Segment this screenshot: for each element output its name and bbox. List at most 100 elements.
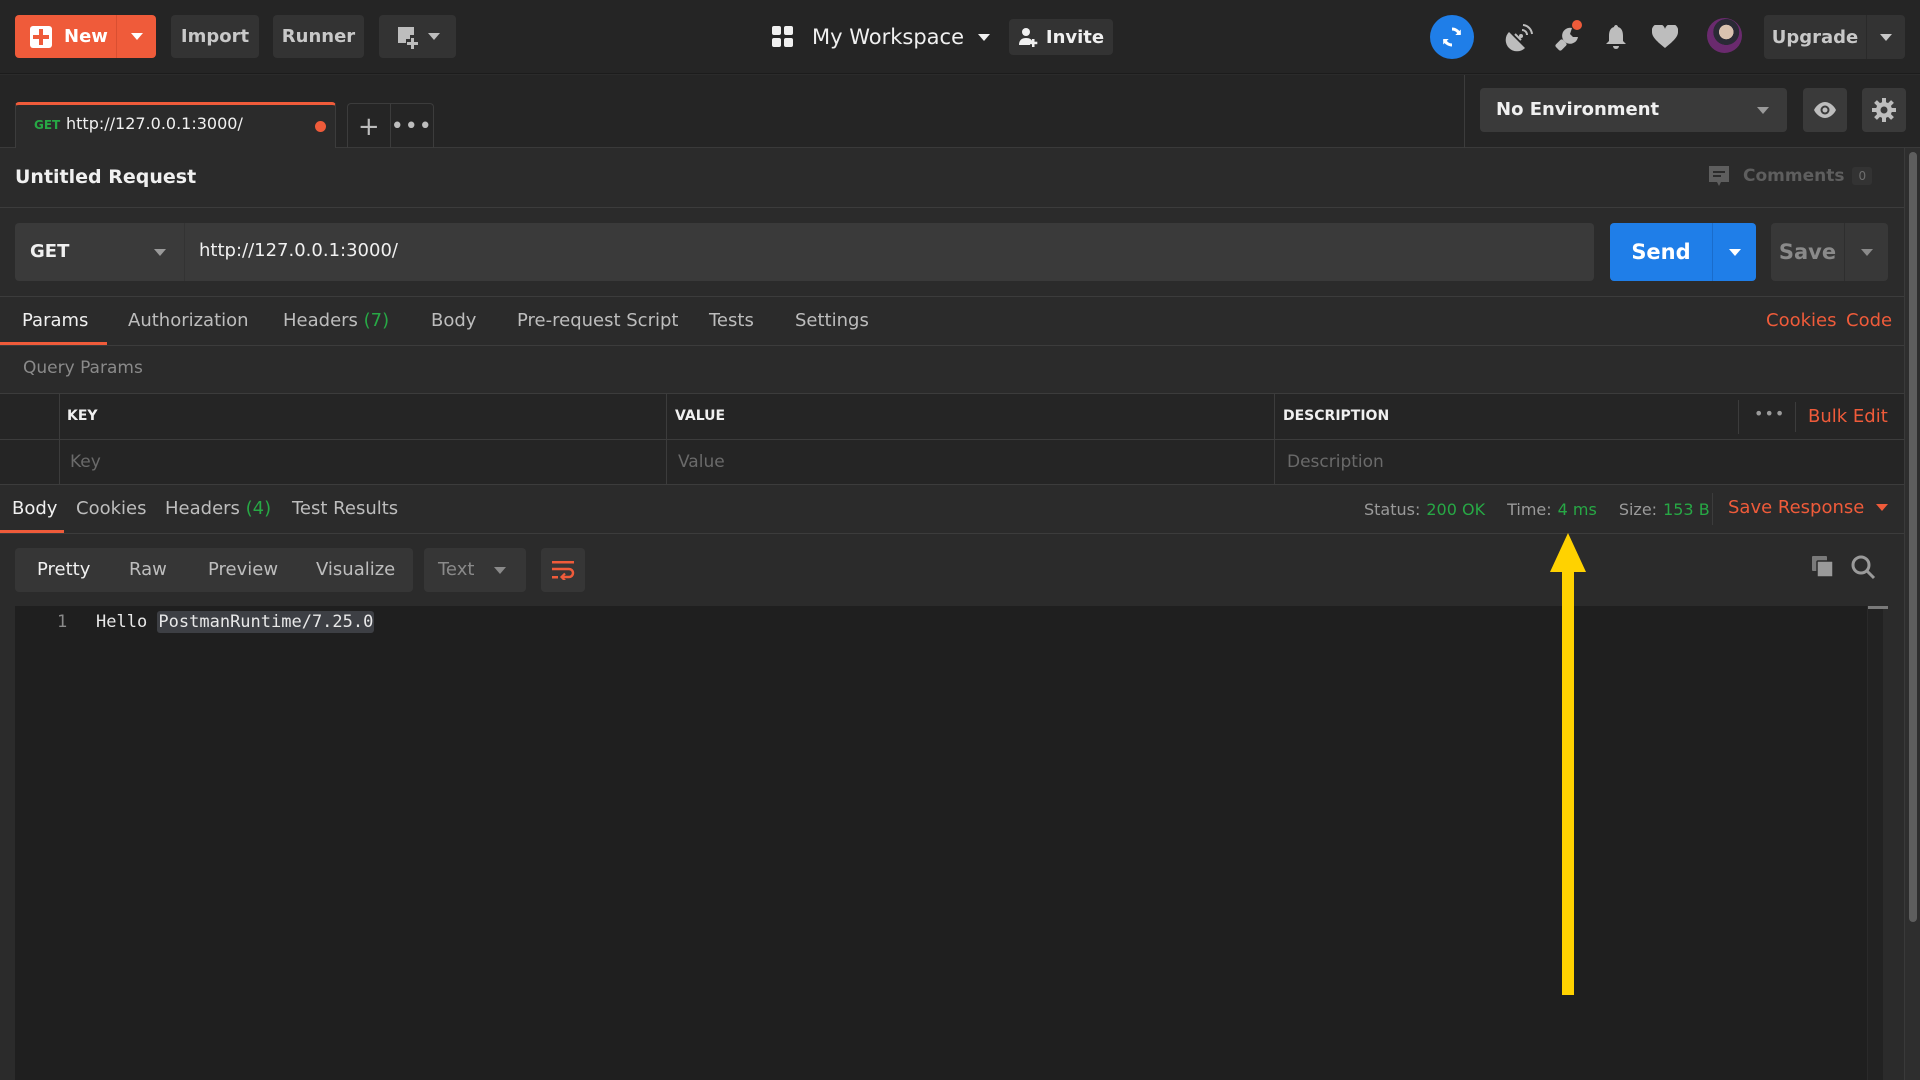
response-tab-body[interactable]: Body bbox=[0, 485, 64, 533]
heart-icon bbox=[1651, 23, 1679, 48]
save-button[interactable]: Save bbox=[1771, 223, 1844, 281]
new-dropdown-button[interactable] bbox=[116, 15, 156, 58]
plus-square-icon bbox=[30, 25, 52, 48]
size-value[interactable]: 153 B bbox=[1663, 500, 1710, 519]
tab-body-label: Body bbox=[431, 310, 477, 331]
tab-params-label: Params bbox=[22, 310, 89, 331]
main-scrollbar-thumb[interactable] bbox=[1909, 152, 1917, 922]
copy-icon bbox=[1812, 556, 1834, 578]
settings-wrench-button[interactable] bbox=[1554, 20, 1584, 52]
tab-pre-request-script[interactable]: Pre-request Script bbox=[500, 297, 690, 345]
save-response-button[interactable]: Save Response bbox=[1728, 497, 1889, 518]
method-selector[interactable]: GET bbox=[15, 223, 185, 281]
view-mode-preview[interactable]: Preview bbox=[208, 559, 278, 580]
code-link[interactable]: Code bbox=[1846, 310, 1892, 331]
upgrade-button[interactable]: Upgrade bbox=[1764, 15, 1866, 59]
request-title[interactable]: Untitled Request bbox=[15, 166, 196, 188]
view-mode-visualize[interactable]: Visualize bbox=[316, 559, 395, 580]
top-bar: New Import Runner My Workspace Invite Up… bbox=[0, 0, 1920, 74]
line-text: Hello bbox=[96, 612, 158, 632]
comments-button[interactable]: Comments 0 bbox=[1707, 164, 1873, 188]
manage-environments-button[interactable] bbox=[1862, 88, 1906, 132]
search-icon bbox=[1851, 555, 1876, 580]
sync-button[interactable] bbox=[1430, 15, 1474, 59]
param-description-input[interactable]: Description bbox=[1275, 440, 1904, 484]
view-mode-pretty[interactable]: Pretty bbox=[37, 559, 90, 580]
response-tab-cookies[interactable]: Cookies bbox=[64, 485, 154, 533]
save-button-group: Save bbox=[1771, 223, 1888, 281]
tab-headers[interactable]: Headers (7) bbox=[265, 297, 400, 345]
status-label: Status: bbox=[1364, 500, 1421, 519]
environment-quick-look-button[interactable] bbox=[1803, 88, 1847, 132]
environment-divider bbox=[1464, 75, 1465, 148]
tab-authorization[interactable]: Authorization bbox=[107, 297, 265, 345]
key-placeholder: Key bbox=[70, 452, 101, 472]
new-button[interactable]: New bbox=[15, 15, 116, 58]
tab-settings[interactable]: Settings bbox=[780, 297, 890, 345]
save-dropdown-button[interactable] bbox=[1844, 223, 1888, 281]
wrap-lines-button[interactable] bbox=[541, 548, 585, 592]
query-params-title: Query Params bbox=[23, 358, 143, 378]
import-button[interactable]: Import bbox=[171, 15, 259, 58]
format-selector[interactable]: Text bbox=[424, 548, 526, 592]
search-response-button[interactable] bbox=[1850, 554, 1876, 580]
tab-method-badge: GET bbox=[34, 118, 61, 132]
chevron-down-icon bbox=[1876, 504, 1889, 511]
method-label: GET bbox=[30, 241, 70, 262]
user-avatar[interactable] bbox=[1707, 18, 1742, 53]
new-window-icon bbox=[397, 26, 418, 49]
unsaved-dot bbox=[315, 121, 326, 132]
param-key-input[interactable]: Key bbox=[60, 440, 666, 484]
workspace-label: My Workspace bbox=[812, 25, 965, 49]
response-tab-test-results[interactable]: Test Results bbox=[279, 485, 409, 533]
tab-headers-label: Headers (7) bbox=[283, 310, 389, 331]
params-more-button[interactable]: ••• bbox=[1754, 404, 1785, 423]
send-label: Send bbox=[1631, 240, 1691, 264]
runner-button[interactable]: Runner bbox=[273, 15, 364, 58]
upgrade-dropdown-button[interactable] bbox=[1866, 15, 1905, 59]
request-tab[interactable]: GET http://127.0.0.1:3000/ bbox=[15, 102, 336, 149]
send-dropdown-button[interactable] bbox=[1712, 223, 1756, 281]
url-input[interactable]: http://127.0.0.1:3000/ bbox=[185, 223, 1594, 281]
send-button[interactable]: Send bbox=[1610, 223, 1712, 281]
tab-params[interactable]: Params bbox=[0, 297, 107, 345]
bulk-edit-link[interactable]: Bulk Edit bbox=[1808, 406, 1888, 427]
upgrade-button-group: Upgrade bbox=[1764, 15, 1905, 59]
runner-label: Runner bbox=[281, 26, 356, 47]
editor-scrollbar[interactable] bbox=[1867, 606, 1888, 1080]
response-tabs-divider bbox=[0, 533, 1904, 534]
response-tabs: Body Cookies Headers (4) Test Results St… bbox=[0, 485, 1904, 533]
interceptor-button[interactable] bbox=[1505, 22, 1535, 52]
view-mode-raw[interactable]: Raw bbox=[129, 559, 167, 580]
response-tab-headers[interactable]: Headers (4) bbox=[154, 485, 279, 533]
tab-more-button[interactable]: ••• bbox=[391, 104, 434, 149]
new-window-button[interactable] bbox=[379, 15, 456, 58]
notification-dot bbox=[1572, 20, 1582, 30]
response-tab-headers-label: Headers (4) bbox=[165, 498, 271, 519]
gear-icon bbox=[1872, 98, 1896, 122]
line-number: 1 bbox=[57, 612, 68, 632]
notifications-button[interactable] bbox=[1604, 24, 1628, 50]
comments-label: Comments bbox=[1743, 166, 1845, 186]
new-button-group: New bbox=[15, 15, 156, 58]
cookies-link[interactable]: Cookies bbox=[1766, 310, 1836, 331]
size-label: Size: bbox=[1618, 500, 1658, 519]
tab-body[interactable]: Body bbox=[400, 297, 500, 345]
param-value-input[interactable]: Value bbox=[667, 440, 1274, 484]
request-tab-bar: GET http://127.0.0.1:3000/ + ••• No Envi… bbox=[0, 75, 1920, 149]
format-label: Text bbox=[438, 559, 475, 580]
new-tab-button[interactable]: + bbox=[348, 104, 391, 149]
heart-button[interactable] bbox=[1651, 23, 1679, 49]
response-tab-body-label: Body bbox=[12, 498, 58, 519]
invite-button[interactable]: Invite bbox=[1009, 19, 1113, 55]
chevron-down-icon bbox=[1860, 248, 1873, 256]
environment-selector[interactable]: No Environment bbox=[1480, 88, 1787, 132]
time-value[interactable]: 4 ms bbox=[1558, 500, 1597, 519]
tab-tests[interactable]: Tests bbox=[690, 297, 780, 345]
save-response-divider bbox=[1712, 493, 1713, 525]
main-scrollbar[interactable] bbox=[1904, 148, 1920, 1080]
response-body-editor[interactable]: 1 Hello PostmanRuntime/7.25.0 bbox=[15, 606, 1888, 1080]
status-value[interactable]: 200 OK bbox=[1426, 500, 1485, 519]
copy-response-button[interactable] bbox=[1811, 555, 1835, 579]
workspace-selector[interactable]: My Workspace bbox=[772, 18, 991, 56]
